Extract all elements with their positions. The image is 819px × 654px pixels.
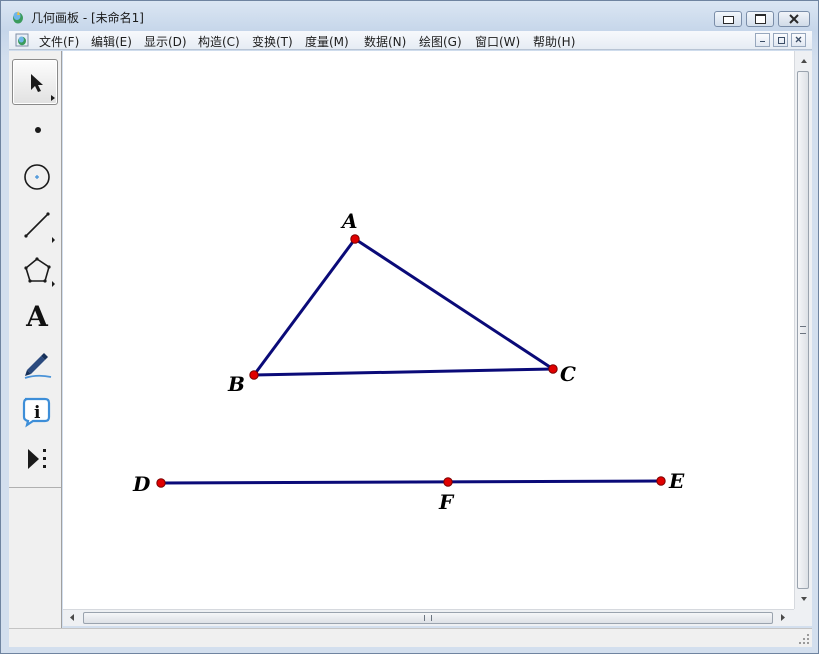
window-title: 几何画板 - [未命名1] [31, 11, 144, 25]
segment-ab[interactable] [252, 238, 357, 376]
label-c[interactable]: C [560, 362, 576, 386]
arrow-tool[interactable] [12, 59, 58, 105]
minimize-icon [722, 16, 734, 24]
doc-restore-icon [778, 37, 785, 44]
status-bar [9, 628, 812, 647]
point-e[interactable] [656, 476, 666, 486]
straightedge-tool[interactable] [12, 200, 58, 246]
menu-help[interactable]: 帮助(H) [533, 33, 575, 50]
marker-pen-icon [24, 353, 52, 379]
menu-edit[interactable]: 编辑(E) [91, 33, 132, 50]
document-icon[interactable] [15, 33, 29, 47]
geometry-drawing[interactable]: A B C D E F [63, 51, 794, 609]
point-b[interactable] [249, 370, 259, 380]
horizontal-scrollbar[interactable] [63, 609, 794, 626]
doc-close-button[interactable] [791, 33, 806, 47]
label-d[interactable]: D [132, 472, 151, 496]
grip-icon [800, 326, 806, 334]
arrow-select-icon [31, 74, 55, 101]
scroll-up-icon[interactable] [796, 54, 812, 68]
custom-tool-icon [28, 449, 46, 469]
vertical-scrollbar[interactable] [794, 51, 812, 609]
toolbox: A i [9, 51, 62, 629]
segment-de[interactable] [160, 479, 662, 485]
vertical-scroll-thumb[interactable] [797, 71, 809, 589]
custom-tool[interactable] [12, 434, 58, 480]
circle-compass-icon [24, 164, 50, 190]
title-bar[interactable]: 几何画板 - [未命名1] [1, 1, 818, 31]
menu-construct[interactable]: 构造(C) [198, 33, 240, 50]
scroll-right-icon[interactable] [776, 610, 790, 625]
info-tool[interactable]: i [12, 387, 58, 433]
menu-graph[interactable]: 绘图(G) [419, 33, 462, 50]
menu-window[interactable]: 窗口(W) [475, 33, 520, 50]
menu-measure[interactable]: 度量(M) [305, 33, 349, 50]
doc-minimize-button[interactable] [755, 33, 770, 47]
toolbox-divider [9, 487, 61, 488]
label-f[interactable]: F [438, 490, 455, 514]
scroll-left-icon[interactable] [65, 610, 79, 625]
app-logo-icon [13, 11, 23, 24]
compass-tool[interactable] [12, 152, 58, 198]
label-e[interactable]: E [668, 469, 685, 493]
point-d[interactable] [156, 478, 166, 488]
close-button[interactable] [778, 11, 810, 27]
close-icon [789, 14, 799, 24]
menu-transform[interactable]: 变换(T) [252, 33, 293, 50]
segment-ac[interactable] [354, 237, 554, 371]
scroll-down-icon[interactable] [796, 592, 812, 606]
resize-grip-icon[interactable] [798, 633, 810, 645]
text-tool-icon: A [26, 299, 48, 333]
menu-bar: 文件(F) 编辑(E) 显示(D) 构造(C) 变换(T) 度量(M) 数据(N… [9, 31, 812, 50]
maximize-icon [754, 14, 766, 24]
grip-icon [424, 615, 432, 621]
menu-file[interactable]: 文件(F) [39, 33, 79, 50]
doc-minimize-icon [760, 41, 765, 42]
point-tool[interactable] [12, 105, 58, 151]
doc-close-icon [795, 36, 802, 43]
marker-tool[interactable] [12, 340, 58, 386]
info-icon: i [22, 397, 51, 428]
scrollbar-corner [794, 609, 812, 626]
point-c[interactable] [548, 364, 558, 374]
segment-bc[interactable] [253, 367, 554, 377]
text-tool[interactable]: A [12, 293, 58, 339]
polygon-tool[interactable] [12, 246, 58, 292]
point-a[interactable] [350, 234, 360, 244]
maximize-button[interactable] [746, 11, 774, 27]
minimize-button[interactable] [714, 11, 742, 27]
point-icon [35, 127, 41, 133]
app-window: 几何画板 - [未命名1] 文件(F) 编辑(E) 显示(D) 构造(C) 变换… [0, 0, 819, 654]
label-a[interactable]: A [340, 209, 358, 233]
point-f[interactable] [443, 477, 453, 487]
doc-restore-button[interactable] [773, 33, 788, 47]
polygon-icon [24, 257, 55, 287]
label-b[interactable]: B [227, 372, 245, 396]
horizontal-scroll-thumb[interactable] [83, 612, 773, 624]
menu-display[interactable]: 显示(D) [144, 33, 187, 50]
sketch-canvas[interactable]: A B C D E F [63, 51, 794, 609]
segment-icon [24, 212, 55, 243]
menu-data[interactable]: 数据(N) [364, 33, 406, 50]
info-glyph: i [34, 403, 41, 423]
